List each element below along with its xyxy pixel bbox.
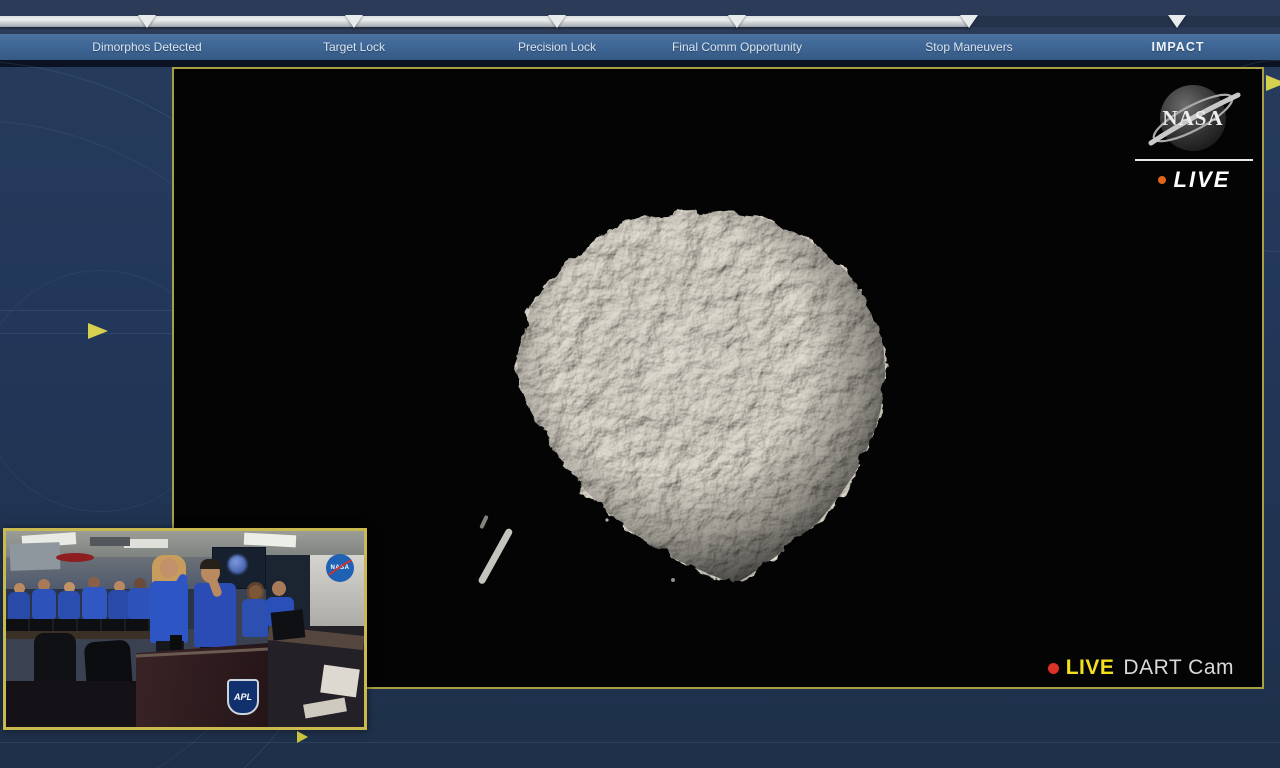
mission-control-pip: NASA APL [3,528,367,730]
pip-white-box [320,664,360,698]
dart-cam-caption: LIVE DART Cam [1047,656,1234,680]
pip-ceiling-vent [90,537,130,546]
pip-didymos-image [228,555,247,574]
pip-pointer-arrow-icon [297,731,308,743]
pip-person [108,590,130,619]
pip-person [128,588,152,619]
milestone-marker-icon [138,15,156,28]
milestone-marker-icon [345,15,363,28]
pip-woman-head [160,558,178,578]
milestone-label-final-comm: Final Comm Opportunity [671,40,803,54]
milestone-label-impact: IMPACT [1151,40,1205,54]
milestone-label-dimorphos-detected: Dimorphos Detected [92,40,202,54]
milestone-marker-icon [548,15,566,28]
pip-person [82,587,107,619]
asteroid-dimorphos [517,211,885,583]
pip-person [58,591,80,619]
hud-line [0,333,172,334]
hud-line [0,310,172,311]
pip-monitor [270,609,306,641]
milestone-label-precision-lock: Precision Lock [517,40,597,54]
left-edge-arrow-icon [88,323,108,339]
pip-wall-screen-left [9,542,61,571]
pip-apl-shield: APL [227,679,259,715]
caption-live-dot-icon [1047,662,1059,674]
nasa-live-badge: LIVE [1134,79,1254,193]
pip-nasa-logo-icon: NASA [326,554,354,582]
pip-man-hair [200,559,221,569]
milestone-label-stop-maneuvers: Stop Maneuvers [925,40,1013,54]
dart-broadcast-screen: Dimorphos Detected Target Lock Precision… [0,0,1280,768]
pip-person-head [272,581,286,596]
header-separator [0,60,1280,67]
milestone-marker-icon [1168,15,1186,28]
live-dot-icon [1157,176,1166,184]
pip-person [8,592,30,620]
pip-floor [6,681,138,727]
pip-person [242,599,268,637]
milestone-label-target-lock: Target Lock [322,40,386,54]
right-edge-arrow-icon [1266,75,1280,91]
hud-line [0,742,1280,743]
caption-camera-label: DART Cam [1123,656,1234,679]
pip-ceiling-light [124,539,168,548]
pip-person [32,589,56,619]
timeline-label-band: Dimorphos Detected Target Lock Precision… [0,34,1280,60]
timeline-top-strip [0,0,1280,34]
live-label: LIVE [1173,167,1231,192]
pip-red-sign [56,553,94,562]
milestone-marker-icon [728,15,746,28]
pip-desk-edge [6,631,158,639]
live-badge-rule [1135,159,1253,161]
caption-live-label: LIVE [1065,656,1115,679]
milestone-marker-icon [960,15,978,28]
